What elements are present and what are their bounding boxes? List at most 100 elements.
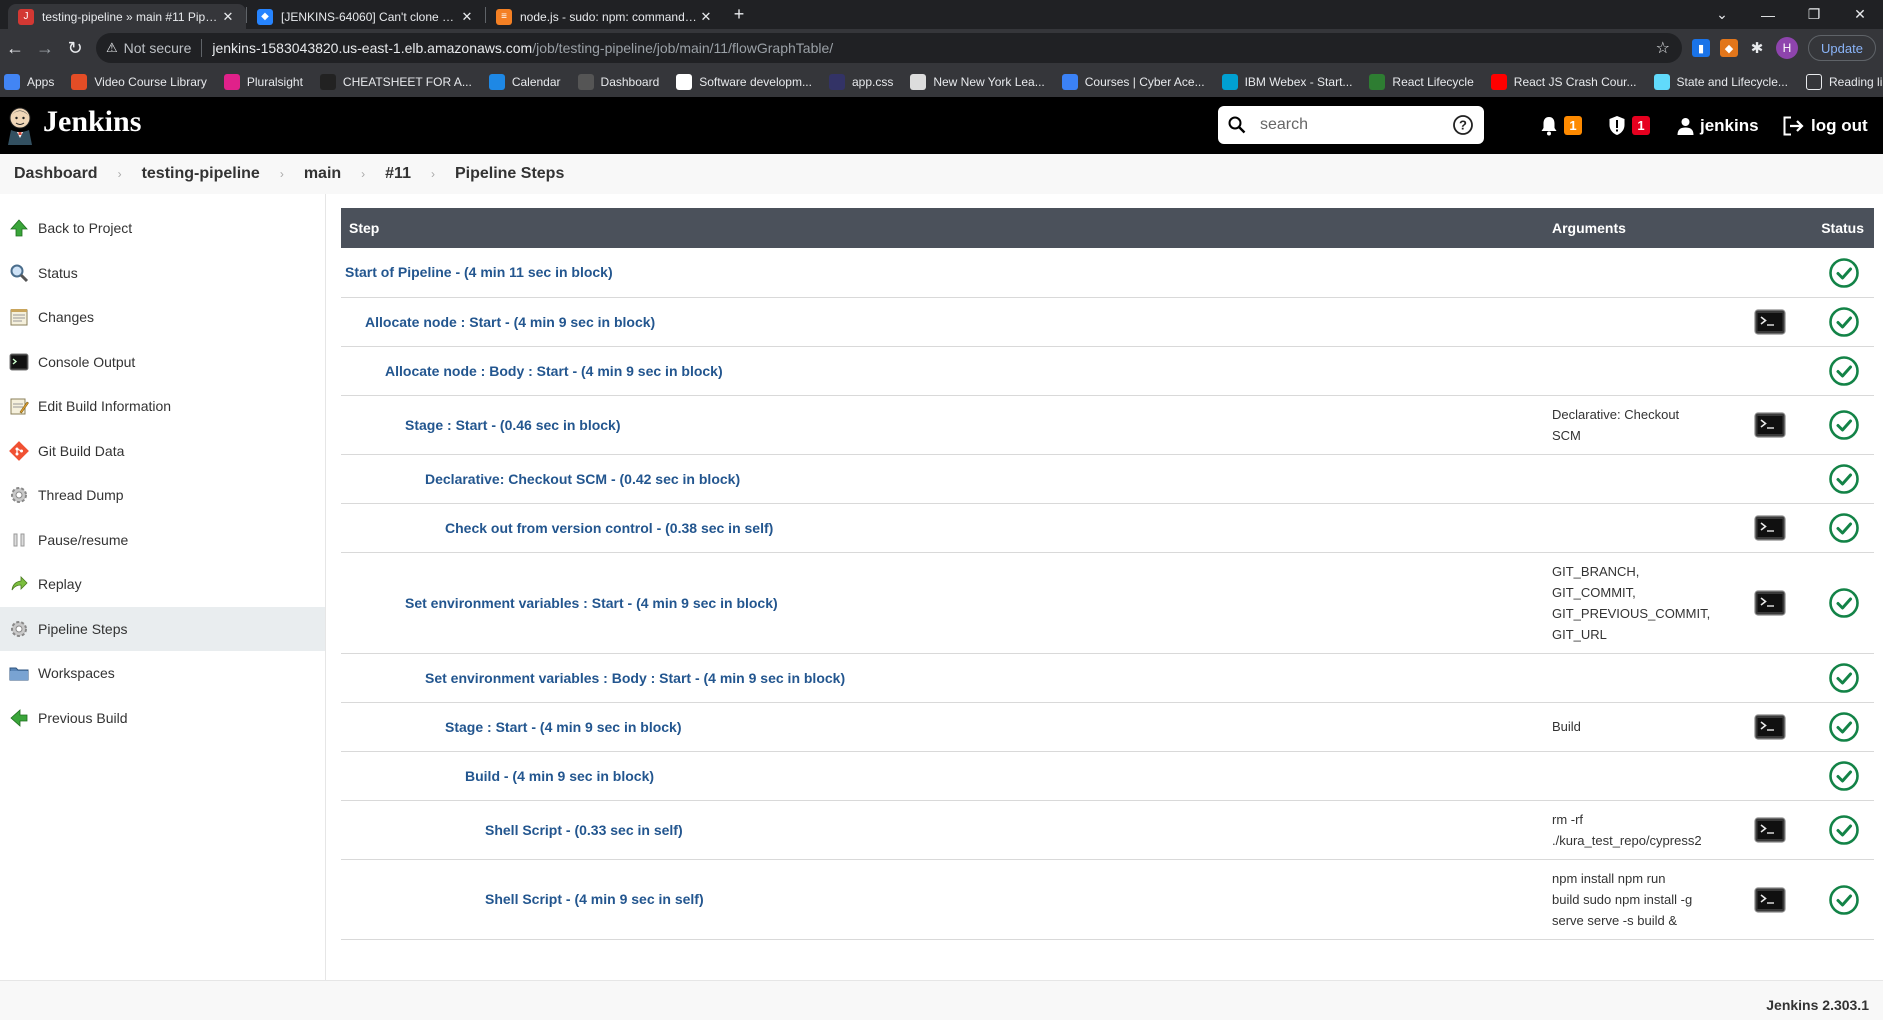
bookmark-item[interactable]: app.css — [828, 74, 893, 90]
argument-line: ./kura_test_repo/cypress2 — [1552, 832, 1702, 848]
bookmark-item[interactable]: New New York Lea... — [910, 74, 1045, 90]
arguments-cell — [1544, 751, 1744, 800]
sidebar-item-git-build-data[interactable]: Git Build Data — [0, 429, 325, 474]
bookmark-item[interactable]: State and Lifecycle... — [1653, 74, 1788, 90]
bookmark-item[interactable]: React JS Crash Cour... — [1490, 74, 1637, 90]
notifications-button[interactable]: 1 — [1540, 97, 1582, 154]
bookmark-item[interactable]: Pluralsight — [223, 74, 303, 90]
jenkins-icon: J — [18, 8, 34, 25]
back-icon[interactable]: ← — [0, 38, 30, 59]
sidebar-item-status[interactable]: Status — [0, 251, 325, 296]
browser-tab[interactable]: Jtesting-pipeline » main #11 Pipeline ✕ — [8, 4, 246, 29]
forward-icon[interactable]: → — [30, 38, 60, 59]
sidebar-item-pause-resume[interactable]: Pause/resume — [0, 518, 325, 563]
step-link[interactable]: Set environment variables : Body : Start… — [425, 670, 845, 686]
sidebar-item-workspaces[interactable]: Workspaces — [0, 651, 325, 696]
browser-tab[interactable]: ◆ [JENKINS-64060] Can't clone private ✕ — [247, 4, 485, 29]
bookmark-item[interactable]: Calendar — [488, 74, 561, 90]
step-link[interactable]: Shell Script - (4 min 9 sec in self) — [485, 891, 704, 907]
step-link[interactable]: Stage : Start - (4 min 9 sec in block) — [445, 719, 682, 735]
step-link[interactable]: Set environment variables : Start - (4 m… — [405, 595, 778, 611]
sidebar-item-changes[interactable]: Changes — [0, 295, 325, 340]
step-cell: Shell Script - (0.33 sec in self) — [341, 800, 1544, 859]
main-panel: Step Arguments Status Start of Pipeline … — [341, 208, 1874, 940]
bookmark-item[interactable]: Software developm... — [676, 74, 812, 90]
restore-icon[interactable]: ❐ — [1791, 6, 1837, 23]
bookmark-favicon-icon — [1369, 74, 1386, 90]
sidebar-item-back-to-project[interactable]: Back to Project — [0, 206, 325, 251]
step-link[interactable]: Check out from version control - (0.38 s… — [445, 520, 773, 536]
tab-title: node.js - sudo: npm: command not — [520, 9, 698, 24]
step-link[interactable]: Stage : Start - (0.46 sec in block) — [405, 417, 621, 433]
metamask-icon[interactable]: ◆ — [1720, 39, 1738, 57]
help-icon[interactable]: ? — [1452, 114, 1474, 136]
bookmark-item[interactable]: React Lifecycle — [1369, 74, 1474, 90]
browser-tab[interactable]: ≡ node.js - sudo: npm: command not ✕ — [486, 4, 724, 29]
puzzle-icon[interactable]: ✱ — [1748, 39, 1766, 57]
profile-avatar[interactable]: H — [1776, 37, 1798, 59]
sidebar-item-edit-build-information[interactable]: Edit Build Information — [0, 384, 325, 429]
sidebar-item-label: Thread Dump — [38, 487, 124, 504]
success-status-icon — [1828, 815, 1860, 849]
argument-line: GIT_BRANCH, — [1552, 563, 1640, 579]
bookmark-item[interactable]: CHEATSHEET FOR A... — [319, 74, 472, 90]
address-bar[interactable]: ⚠ Not secure jenkins-1583043820.us-east-… — [96, 33, 1682, 63]
console-output-icon[interactable] — [1754, 886, 1786, 916]
bookmark-item[interactable]: IBM Webex - Start... — [1221, 74, 1352, 90]
step-link[interactable]: Build - (4 min 9 sec in block) — [465, 768, 654, 784]
user-menu[interactable]: jenkins — [1677, 97, 1759, 154]
tab-search-icon[interactable]: ⌄ — [1699, 6, 1745, 23]
console-output-icon[interactable] — [1754, 817, 1786, 846]
search-input[interactable] — [1260, 116, 1460, 134]
jenkins-version-link[interactable]: Jenkins 2.303.1 — [1766, 997, 1869, 1013]
sidebar-item-replay[interactable]: Replay — [0, 562, 325, 607]
minimize-icon[interactable]: — — [1745, 7, 1791, 23]
sidebar-item-pipeline-steps[interactable]: Pipeline Steps — [0, 606, 325, 651]
close-window-icon[interactable]: ✕ — [1837, 6, 1883, 23]
new-tab-button[interactable]: + — [724, 4, 754, 25]
tab-close-icon[interactable]: ✕ — [459, 9, 475, 25]
sidebar-item-label: Console Output — [38, 353, 136, 370]
table-row: Allocate node : Start - (4 min 9 sec in … — [341, 297, 1874, 346]
breadcrumb-item[interactable]: testing-pipeline — [142, 165, 260, 183]
bookmark-item[interactable]: Courses | Cyber Ace... — [1061, 74, 1205, 90]
bookmark-star-icon[interactable]: ☆ — [1656, 38, 1670, 58]
security-button[interactable]: 1 — [1608, 97, 1650, 154]
notifications-badge: 1 — [1564, 116, 1582, 135]
breadcrumb-item[interactable]: Pipeline Steps — [455, 165, 564, 183]
console-cell — [1744, 859, 1796, 939]
logout-link[interactable]: log out — [1783, 97, 1868, 154]
console-output-icon[interactable] — [1754, 309, 1786, 338]
breadcrumb-item[interactable]: main — [304, 165, 341, 183]
reload-icon[interactable]: ↻ — [60, 38, 90, 59]
breadcrumb-item[interactable]: Dashboard — [14, 165, 98, 183]
jenkins-title[interactable]: Jenkins — [43, 105, 141, 139]
breadcrumb-separator-icon: › — [430, 167, 435, 181]
step-link[interactable]: Declarative: Checkout SCM - (0.42 sec in… — [425, 471, 740, 487]
update-button[interactable]: Update — [1808, 35, 1876, 61]
browser-tab-bar: Jtesting-pipeline » main #11 Pipeline ✕ ◆[… — [0, 0, 1883, 29]
bookmark-item[interactable]: Apps — [4, 74, 54, 90]
sidebar-item-previous-build[interactable]: Previous Build — [0, 696, 325, 741]
console-output-icon[interactable] — [1754, 515, 1786, 544]
console-output-icon[interactable] — [1754, 590, 1786, 619]
step-link[interactable]: Start of Pipeline - (4 min 11 sec in blo… — [345, 264, 613, 280]
step-link[interactable]: Allocate node : Body : Start - (4 min 9 … — [385, 363, 723, 379]
extension-icon[interactable]: ▮ — [1692, 39, 1710, 57]
tab-close-icon[interactable]: ✕ — [220, 9, 236, 25]
sidebar-item-console-output[interactable]: Console Output — [0, 340, 325, 385]
breadcrumb-item[interactable]: #11 — [385, 165, 411, 183]
bookmark-item[interactable]: Dashboard — [577, 74, 659, 90]
status-cell — [1796, 454, 1874, 503]
status-cell — [1796, 248, 1874, 297]
jenkins-butler-logo-icon[interactable] — [4, 105, 36, 145]
step-link[interactable]: Allocate node : Start - (4 min 9 sec in … — [365, 314, 655, 330]
bookmark-item[interactable]: Video Course Library — [71, 74, 207, 90]
console-output-icon[interactable] — [1754, 714, 1786, 743]
tab-close-icon[interactable]: ✕ — [698, 9, 714, 25]
console-output-icon[interactable] — [1754, 412, 1786, 441]
step-link[interactable]: Shell Script - (0.33 sec in self) — [485, 822, 683, 838]
sidebar-item-thread-dump[interactable]: Thread Dump — [0, 473, 325, 518]
reading-list[interactable]: Reading li — [1806, 74, 1882, 90]
argument-line: SCM — [1552, 427, 1581, 443]
